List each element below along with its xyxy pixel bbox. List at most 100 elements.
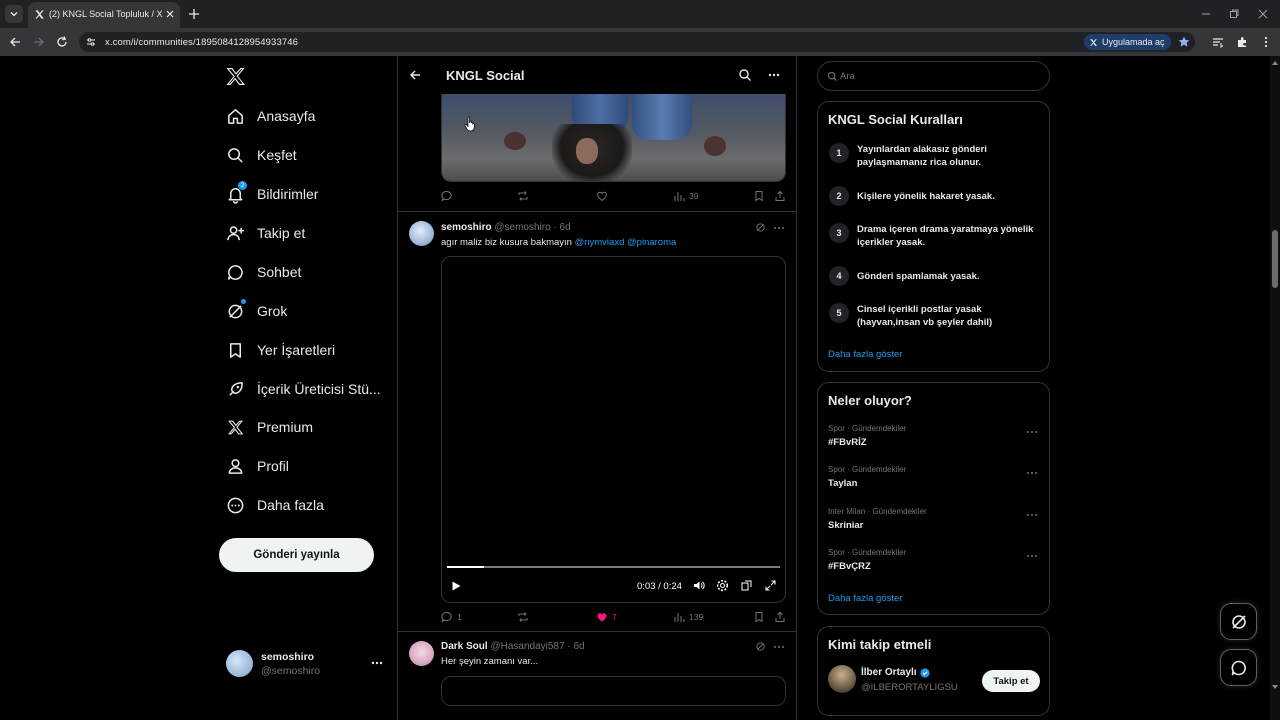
settings-icon[interactable] [716,579,729,592]
grok-icon [1231,614,1246,629]
post-author-name[interactable]: Dark Soul [441,641,488,652]
views-button[interactable]: 139 [673,611,703,623]
site-info-icon[interactable] [86,37,96,47]
share-button[interactable] [774,190,786,202]
bookmark-button[interactable] [753,611,765,623]
nav-creator-studio[interactable]: İçerik Üreticisi Stü... [222,374,381,404]
bookmark-star-icon[interactable] [1177,35,1191,49]
x-logo-icon[interactable] [225,66,246,87]
reply-icon [441,190,452,202]
browser-tabbar: (2) KNGL Social Topluluk / X [0,0,1280,28]
nav-label: İçerik Üreticisi Stü... [257,381,381,397]
close-icon[interactable] [164,8,176,20]
forward-icon[interactable] [32,35,46,49]
address-bar[interactable]: x.com/i/communities/1895084128954933746 … [79,32,1195,52]
mention-link[interactable]: @pinaroma [627,237,676,248]
views-button[interactable]: 39 [673,190,698,202]
post-time[interactable]: · 6d [553,222,570,233]
nav-grok[interactable]: Grok [222,296,287,326]
scroll-up-arrow-icon[interactable] [1272,61,1278,65]
post-media[interactable] [441,94,786,182]
more-icon[interactable] [773,224,785,232]
view-count: 139 [689,612,704,622]
nav-more[interactable]: Daha fazla [222,490,324,520]
grok-fab-button[interactable] [1220,603,1257,640]
picture-in-picture-icon[interactable] [740,579,753,592]
follow-user-handle[interactable]: @ILBERORTAYLIGSU [861,682,958,693]
messages-fab-button[interactable] [1220,649,1257,686]
reply-button[interactable]: 1 [441,611,462,623]
post-author-handle[interactable]: @semoshiro [494,222,550,233]
reading-list-icon[interactable] [1211,35,1225,49]
post-button[interactable]: Gönderi yayınla [219,538,374,572]
tab-search-button[interactable] [5,5,23,23]
more-icon[interactable] [1026,469,1038,477]
search-box[interactable] [817,61,1050,91]
post-media[interactable] [441,676,786,706]
like-button[interactable] [596,190,612,202]
nav-follow[interactable]: Takip et [222,218,305,248]
avatar[interactable] [409,221,434,246]
browser-menu-icon[interactable] [1259,35,1273,49]
extensions-icon[interactable] [1235,35,1249,49]
volume-icon[interactable] [692,579,705,592]
repost-button[interactable] [517,611,533,623]
more-icon[interactable] [1026,552,1038,560]
grok-icon[interactable] [755,222,766,233]
like-button[interactable]: 7 [596,611,617,623]
avatar[interactable] [409,641,434,666]
play-icon[interactable] [450,580,462,592]
browser-tab[interactable]: (2) KNGL Social Topluluk / X [28,2,180,28]
nav-notifications[interactable]: 2 Bildirimler [222,179,318,209]
repost-button[interactable] [517,190,533,202]
x-logo-icon [35,10,44,19]
more-icon[interactable] [1026,511,1038,519]
post-author-handle[interactable]: @Hasandayi587 [490,641,564,652]
nav-explore[interactable]: Keşfet [222,140,297,170]
account-name: semoshiro [261,651,315,663]
nav-chat[interactable]: Sohbet [222,257,301,287]
restore-icon[interactable] [1227,7,1241,21]
follow-user-name[interactable]: İlber Ortaylı [861,667,930,678]
nav-home[interactable]: Anasayfa [222,101,315,131]
trend-name: #FBvÇRZ [828,561,871,572]
video-player[interactable]: 0:03 / 0:24 [441,256,786,603]
grok-icon[interactable] [755,641,766,652]
share-button[interactable] [774,611,786,623]
nav-label: Keşfet [257,147,297,163]
search-icon[interactable] [738,68,752,82]
follow-button[interactable]: Takip et [982,670,1040,692]
search-input[interactable] [840,62,1040,90]
verified-badge-icon [919,667,930,678]
page-scrollbar[interactable] [1270,56,1280,720]
scroll-down-arrow-icon[interactable] [1272,685,1278,689]
video-progress-bar[interactable] [447,566,780,568]
new-tab-icon[interactable] [187,7,201,21]
post-author-name[interactable]: semoshiro [441,222,492,233]
scrollbar-thumb[interactable] [1272,230,1278,288]
fullscreen-icon[interactable] [764,579,777,592]
minimize-icon[interactable] [1199,7,1213,21]
heart-icon [597,191,607,202]
more-icon[interactable] [370,658,384,668]
window-close-icon[interactable] [1256,7,1270,21]
nav-premium[interactable]: Premium [222,412,313,442]
mention-link[interactable]: @nymviaxd [575,237,625,248]
open-in-app-button[interactable]: Uygulamada aç [1084,34,1171,50]
account-switcher[interactable]: semoshiro @semoshiro [226,648,386,680]
more-icon[interactable] [767,70,781,80]
show-more-link[interactable]: Daha fazla göster [828,593,902,604]
post-time[interactable]: · 6d [567,641,584,652]
reload-icon[interactable] [55,35,69,49]
more-icon[interactable] [1026,428,1038,436]
bookmark-button[interactable] [753,190,765,202]
show-more-link[interactable]: Daha fazla göster [828,349,902,360]
post-menu [755,641,787,653]
back-arrow-icon[interactable] [408,68,422,82]
reply-button[interactable] [441,190,457,202]
more-icon[interactable] [773,643,785,651]
nav-profile[interactable]: Profil [222,451,289,481]
back-icon[interactable] [8,35,22,49]
avatar[interactable] [828,665,856,693]
nav-bookmarks[interactable]: Yer İşaretleri [222,335,335,365]
